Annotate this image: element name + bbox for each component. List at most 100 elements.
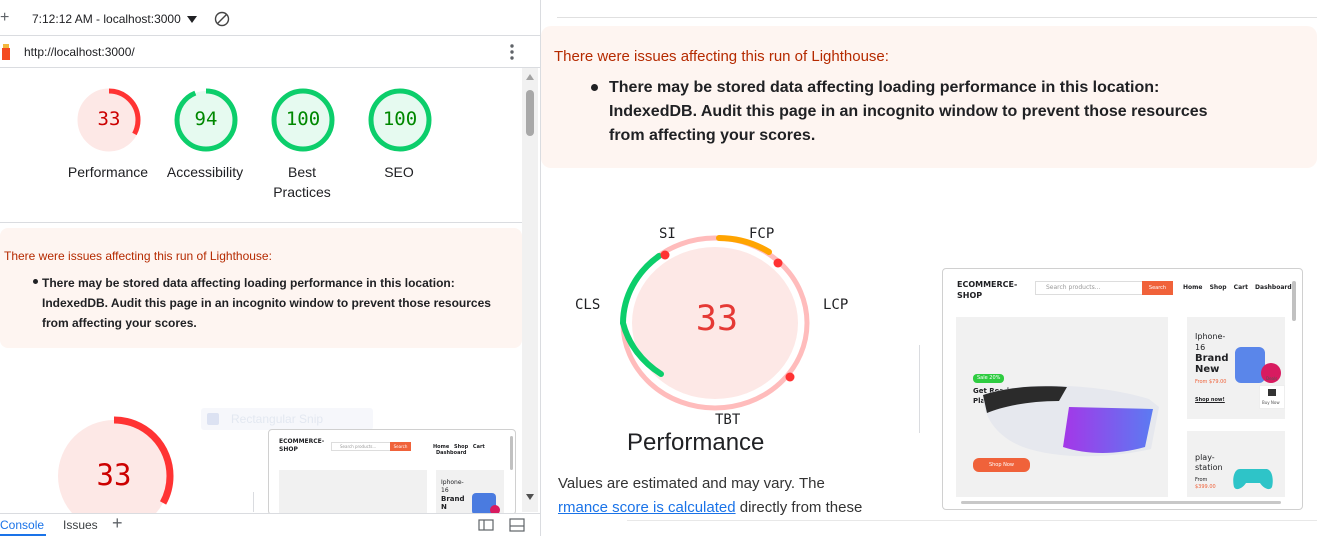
score-label-line1: Best (287, 164, 316, 180)
bullet-icon (591, 84, 598, 91)
divider (0, 222, 522, 223)
report-panel: There were issues affecting this run of … (540, 0, 1317, 536)
card-line: Iphone- (441, 479, 464, 486)
deals-label: Deals (1266, 376, 1278, 381)
nav-item: Dashboard (1255, 284, 1292, 291)
buy-now-widget: Buy Now (1259, 385, 1285, 409)
devtools-panel: + 7:12:12 AM - localhost:3000 http://loc… (0, 0, 540, 536)
card-line: New (1195, 364, 1220, 375)
gamepad-image (1233, 469, 1273, 490)
warning-line: from affecting your scores. (609, 127, 816, 144)
card-line: Brand (1195, 353, 1229, 364)
nav-item: Cart (1233, 284, 1248, 291)
snip-icon (207, 413, 219, 425)
score-label-line2: Practices (273, 184, 331, 200)
score-value: 33 (97, 108, 121, 130)
logo-line: ECOMMERCE- (279, 438, 325, 445)
screenshot-logo: ECOMMERCE- SHOP (279, 438, 324, 454)
card-text: Iphone- 16 Brand N (441, 479, 465, 511)
snip-tooltip: Rectangular Snip (201, 408, 373, 430)
report-toolbar: + 7:12:12 AM - localhost:3000 (0, 0, 540, 36)
add-icon[interactable]: + (0, 9, 9, 27)
card-text: Iphone- 16 Brand New (1195, 331, 1229, 375)
card-line: 16 (1195, 343, 1206, 352)
warning-line: There may be stored data affecting loadi… (609, 79, 1160, 96)
lcp-marker (773, 258, 783, 268)
card-line: Brand (441, 495, 465, 503)
score-label: Performance (67, 164, 149, 180)
warning-item: There may be stored data affecting loadi… (609, 76, 1208, 148)
search-placeholder: Search products... (1046, 284, 1101, 291)
cart-icon (1268, 389, 1276, 396)
score-value: 100 (382, 108, 418, 130)
card-line: N (441, 503, 447, 511)
bullet-icon (33, 279, 38, 284)
snip-tooltip-label: Rectangular Snip (231, 412, 324, 426)
drawer-tabbar: Console Issues + (0, 513, 540, 536)
tab-issues[interactable]: Issues (63, 518, 98, 532)
search-placeholder: Search products... (340, 444, 377, 449)
warning-line: IndexedDB. Audit this page in an incogni… (42, 296, 491, 310)
dropdown-arrow-icon[interactable] (187, 16, 197, 23)
card-line: 16 (441, 487, 449, 494)
logo-line: SHOP (957, 291, 983, 300)
divider (919, 345, 920, 433)
score-calculator-link[interactable]: rmance score is calculated (558, 499, 736, 516)
divider (557, 17, 1317, 18)
scrollbar[interactable] (522, 68, 538, 512)
estimate-text-line2: rmance score is calculated directly from… (558, 499, 862, 516)
vr-headset-image (983, 385, 1159, 457)
tab-console[interactable]: Console (0, 518, 44, 532)
warning-line: from affecting your scores. (42, 316, 197, 330)
score-label: Accessibility (166, 164, 244, 180)
warning-box: There were issues affecting this run of … (0, 228, 522, 348)
scroll-down-arrow-icon[interactable] (526, 494, 534, 500)
close-drawer-icon[interactable] (509, 518, 525, 532)
buy-now-label: Buy Now (1262, 400, 1280, 405)
screenshot-search: Search products... Search (331, 442, 411, 451)
nav-item: Cart (472, 444, 485, 450)
warning-line: There may be stored data affecting loadi… (42, 276, 455, 290)
page-screenshot: ECOMMERCE- SHOP Search products... Searc… (942, 268, 1303, 510)
nav-item: Dashboard (436, 450, 467, 456)
warning-box-zoomed: There were issues affecting this run of … (541, 26, 1317, 168)
card-line: station (1195, 463, 1223, 472)
price-line: From (1195, 477, 1208, 483)
divider (253, 492, 254, 512)
card-line: Iphone- (1195, 332, 1226, 341)
divider (627, 520, 1317, 521)
score-value: 100 (285, 108, 321, 130)
card-text: play- station (1195, 453, 1223, 473)
nav-item: Home (1183, 284, 1203, 291)
report-selector-label[interactable]: 7:12:12 AM - localhost:3000 (32, 12, 181, 26)
nav-item: Shop (1209, 284, 1227, 291)
phone-image (1235, 347, 1265, 383)
scrollbar-thumb[interactable] (526, 90, 534, 136)
card-shop-link: Shop now! (1195, 397, 1225, 403)
dock-side-icon[interactable] (478, 518, 494, 532)
performance-gauge-value: 33 (96, 458, 132, 492)
lighthouse-icon (2, 44, 10, 60)
warning-item: There may be stored data affecting loadi… (42, 273, 491, 333)
screenshot-scrollbar (1292, 281, 1296, 321)
card-line: play- (1195, 453, 1215, 462)
estimate-text: Values are estimated and may vary. The (558, 475, 825, 492)
screenshot-scrollbar (510, 436, 513, 470)
metric-gauge-value: 33 (695, 299, 739, 339)
logo-line: SHOP (279, 446, 298, 453)
page-url: http://localhost:3000/ (24, 45, 135, 59)
card-price: From $79.00 (1195, 379, 1227, 385)
clear-icon[interactable] (214, 11, 230, 27)
estimate-text-rest: directly from these (735, 499, 863, 516)
screenshot-h-scrollbar (961, 501, 1281, 504)
search-button: Search (390, 442, 411, 451)
more-options-icon[interactable] (509, 43, 515, 61)
screenshot-nav: Home Shop Cart Dashboard (433, 444, 515, 456)
score-value: 94 (194, 108, 218, 130)
url-bar: http://localhost:3000/ (0, 36, 540, 68)
si-marker (660, 250, 670, 260)
warning-title: There were issues affecting this run of … (554, 48, 889, 65)
add-tab-icon[interactable]: + (112, 513, 123, 534)
score-label: SEO (384, 164, 414, 180)
scroll-up-arrow-icon[interactable] (526, 74, 534, 80)
